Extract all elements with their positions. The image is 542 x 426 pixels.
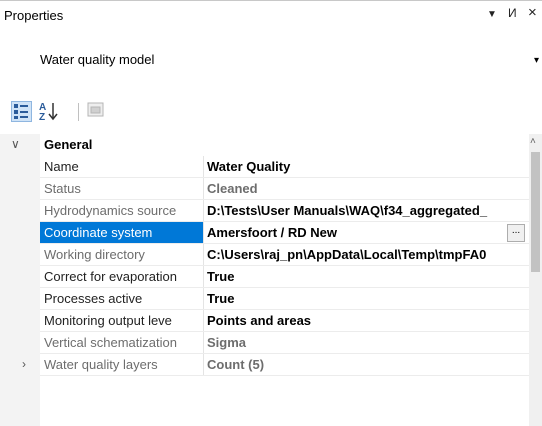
column-divider [203,354,204,376]
categorized-view-button[interactable] [11,101,32,122]
property-pages-icon [87,102,104,117]
column-divider [203,288,204,310]
property-value[interactable]: Points and areas [207,313,529,328]
pin-icon[interactable]: И [508,6,517,20]
property-row-selected[interactable]: Coordinate system Amersfoort / RD New ..… [0,222,542,244]
property-name: Coordinate system [44,225,153,240]
chevron-down-icon[interactable]: ▾ [534,55,539,66]
panel-title: Properties [4,8,64,23]
property-value: Sigma [207,335,247,350]
scroll-up-icon[interactable]: ˄ [530,136,536,147]
property-name: Monitoring output leve [44,313,172,328]
property-name: Water quality layers [44,357,158,372]
column-divider [203,266,204,288]
property-row[interactable]: Correct for evaporation True [0,266,542,288]
property-name: Vertical schematization [44,335,177,350]
property-value: Cleaned [207,181,258,196]
column-divider [203,310,204,332]
properties-title-bar: Properties ▼ И × [0,1,542,27]
svg-text:Z: Z [39,112,45,122]
vertical-scrollbar[interactable]: ˄ [529,134,542,426]
property-name: Status [44,181,81,196]
column-divider [203,244,204,266]
property-name: Name [44,159,79,174]
property-row[interactable]: Monitoring output leve Points and areas [0,310,542,332]
property-row-expandable[interactable]: › Water quality layers Count (5) [0,354,542,376]
property-value[interactable]: Water Quality [207,159,529,174]
browse-ellipsis-button[interactable]: ... [507,224,525,242]
property-name: Correct for evaporation [44,269,177,284]
toolbar-separator [78,103,79,121]
row-divider [40,375,530,376]
window-position-dropdown-icon[interactable]: ▼ [487,9,497,20]
selected-object-text: Water quality model [40,52,155,67]
column-divider [203,200,204,222]
column-divider [203,156,204,178]
chevron-right-icon[interactable]: › [22,357,26,371]
property-value: D:\Tests\User Manuals\WAQ\f34_aggregated… [207,203,488,218]
scrollbar-thumb[interactable] [531,152,540,272]
property-grid: ∨ General Name Water Quality Status Clea… [0,134,542,426]
property-pages-button[interactable] [86,100,106,120]
property-name: Processes active [44,291,143,306]
object-selector-dropdown[interactable]: Water quality model ▾ [0,40,542,80]
property-row[interactable]: Hydrodynamics source D:\Tests\User Manua… [0,200,542,222]
property-row[interactable]: Vertical schematization Sigma [0,332,542,354]
chevron-down-icon[interactable]: ∨ [11,137,20,151]
categorized-icon [14,104,28,119]
category-row-general[interactable]: ∨ General [0,134,542,156]
property-value[interactable]: True [207,269,529,284]
alphabetical-sort-button[interactable]: A Z [38,100,58,123]
property-value: Count (5) [207,357,265,372]
sort-az-icon: A Z [39,102,58,123]
property-value[interactable]: Amersfoort / RD New [207,225,529,240]
property-row[interactable]: Status Cleaned [0,178,542,200]
property-row[interactable]: Name Water Quality [0,156,542,178]
properties-toolbar: A Z [0,92,542,130]
category-label: General [44,137,93,152]
column-divider [203,222,204,244]
column-divider [203,332,204,354]
column-divider [203,178,204,200]
property-name: Working directory [44,247,145,262]
property-value[interactable]: True [207,291,529,306]
property-row[interactable]: Processes active True [0,288,542,310]
close-icon[interactable]: × [528,4,537,21]
property-value: C:\Users\raj_pn\AppData\Local\Temp\tmpFA… [207,247,487,262]
property-row[interactable]: Working directory C:\Users\raj_pn\AppDat… [0,244,542,266]
property-name: Hydrodynamics source [44,203,177,218]
